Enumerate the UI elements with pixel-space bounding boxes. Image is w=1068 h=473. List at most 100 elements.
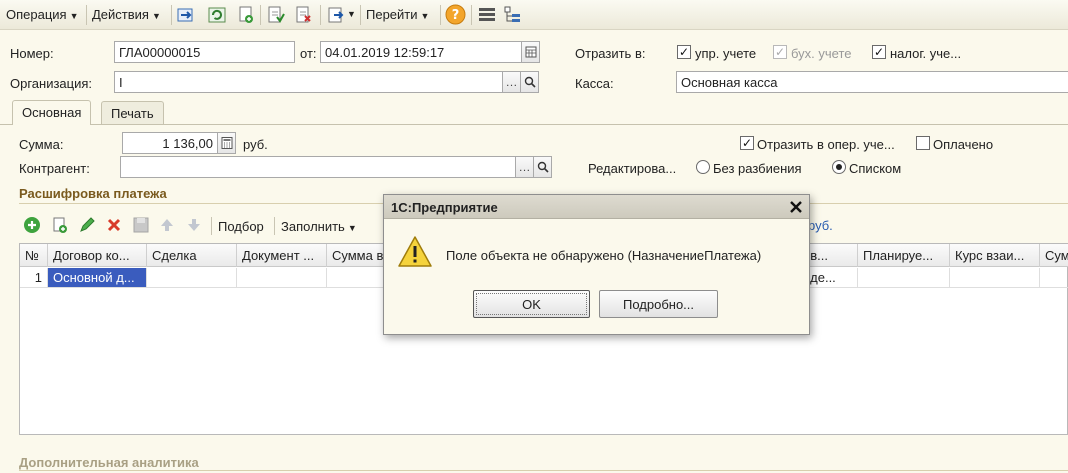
table-cell[interactable]	[1040, 268, 1068, 288]
number-field[interactable]: ГЛА00000015	[114, 41, 295, 63]
date-field[interactable]: 04.01.2019 12:59:17	[320, 41, 522, 63]
tab-print[interactable]: Печать	[101, 101, 164, 124]
end-edit-icon[interactable]	[132, 216, 150, 234]
paid-label: Оплачено	[933, 137, 994, 152]
contractor-select-button[interactable]: …	[515, 156, 534, 178]
error-dialog: 1С:Предприятие Поле объекта не обнаружен…	[383, 194, 810, 335]
column-header[interactable]: №	[20, 244, 48, 267]
contractor-field[interactable]	[120, 156, 516, 178]
post-and-close-icon[interactable]	[176, 5, 196, 25]
mgmt-accounting-checkbox[interactable]: ✓	[677, 45, 691, 59]
book-accounting-label: бух. учете	[791, 46, 852, 61]
list-radio[interactable]	[832, 160, 846, 174]
help-icon[interactable]: ?	[445, 4, 466, 25]
copy-row-icon[interactable]	[51, 216, 69, 234]
copy-document-icon[interactable]	[236, 5, 256, 25]
table-cell[interactable]	[237, 268, 327, 288]
ellipsis-icon: …	[518, 160, 531, 174]
actions-menu[interactable]: Действия ▼	[92, 7, 161, 22]
search-icon	[524, 76, 536, 88]
toolbar-separator	[171, 5, 172, 25]
fill-menu[interactable]: Заполнить ▼	[281, 219, 357, 234]
mgmt-accounting-label: упр. учете	[695, 46, 757, 61]
calculator-button[interactable]	[217, 132, 236, 154]
calendar-button[interactable]	[521, 41, 540, 63]
column-header[interactable]: Сум	[1040, 244, 1068, 267]
command-bar: Операция ▼ Действия ▼ ▼ Перейти ▼ ?	[0, 0, 1068, 30]
table-cell[interactable]: Основной д...	[48, 268, 147, 288]
tab-main[interactable]: Основная	[12, 100, 92, 125]
reflect-oper-accounting-label: Отразить в опер. уче...	[757, 137, 895, 152]
add-row-icon[interactable]	[23, 216, 41, 234]
goto-menu[interactable]: Перейти ▼	[366, 7, 429, 22]
date-from-label: от:	[300, 46, 317, 61]
no-split-radio[interactable]	[696, 160, 710, 174]
details-button[interactable]: Подробно...	[599, 290, 718, 318]
sum-field[interactable]: 1 136,00	[122, 132, 218, 154]
dialog-title-bar: 1С:Предприятие	[384, 195, 809, 219]
column-header[interactable]: Документ ...	[237, 244, 327, 267]
tax-accounting-label: налог. уче...	[890, 46, 962, 61]
operation-menu[interactable]: Операция ▼	[6, 7, 79, 22]
organization-label: Организация:	[10, 76, 93, 91]
table-cell[interactable]	[147, 268, 237, 288]
toolbar-separator	[211, 217, 212, 235]
toolbar-separator	[440, 5, 441, 25]
edit-mode-label: Редактирова...	[588, 161, 677, 176]
table-cell[interactable]: 1	[20, 268, 48, 288]
payment-breakdown-title: Расшифровка платежа	[19, 186, 167, 201]
svg-text:?: ?	[452, 8, 460, 23]
selection-button[interactable]: Подбор	[218, 219, 264, 234]
tab-strip-line	[0, 124, 1068, 125]
sum-label: Сумма:	[19, 137, 64, 152]
column-header[interactable]: Планируе...	[858, 244, 950, 267]
currency-label: руб.	[243, 137, 268, 152]
move-down-icon[interactable]	[185, 216, 203, 234]
no-split-label: Без разбиения	[713, 161, 802, 176]
calculator-icon	[221, 137, 232, 149]
toolbar-separator	[360, 5, 361, 25]
organization-select-button[interactable]: …	[502, 71, 521, 93]
warning-icon	[398, 236, 432, 267]
contractor-open-button[interactable]	[533, 156, 552, 178]
book-accounting-checkbox[interactable]: ✓	[773, 45, 787, 59]
table-cell[interactable]	[950, 268, 1040, 288]
number-label: Номер:	[10, 46, 54, 61]
column-header[interactable]: Сделка	[147, 244, 237, 267]
reflect-oper-accounting-checkbox[interactable]: ✓	[740, 136, 754, 150]
search-icon	[537, 161, 549, 173]
tax-accounting-checkbox[interactable]: ✓	[872, 45, 886, 59]
ok-button[interactable]: OK	[473, 290, 590, 318]
currency-link[interactable]: руб.	[808, 218, 833, 233]
move-up-icon[interactable]	[158, 216, 176, 234]
refresh-icon[interactable]	[207, 5, 227, 25]
post-document-icon[interactable]	[265, 5, 285, 25]
organization-open-button[interactable]	[520, 71, 539, 93]
toolbar-separator	[274, 217, 275, 235]
dialog-title: 1С:Предприятие	[391, 200, 498, 215]
contractor-label: Контрагент:	[19, 161, 90, 176]
reflect-in-label: Отразить в:	[575, 46, 646, 61]
extra-analytics-title: Дополнительная аналитика	[19, 455, 199, 470]
hierarchy-icon[interactable]	[503, 5, 523, 25]
edit-row-icon[interactable]	[78, 216, 96, 234]
organization-field[interactable]: I	[114, 71, 503, 93]
unpost-document-icon[interactable]	[293, 5, 313, 25]
create-based-on-dropdown-icon[interactable]: ▼	[347, 9, 356, 19]
delete-row-icon[interactable]	[105, 216, 123, 234]
toolbar-separator	[260, 5, 261, 25]
paid-checkbox[interactable]	[916, 136, 930, 150]
cash-label: Касса:	[575, 76, 614, 91]
ellipsis-icon: …	[505, 75, 518, 89]
column-header[interactable]: Курс взаи...	[950, 244, 1040, 267]
close-icon[interactable]	[789, 200, 803, 214]
toolbar-separator	[86, 5, 87, 25]
dialog-message: Поле объекта не обнаружено (НазначениеПл…	[446, 248, 762, 263]
table-cell[interactable]	[858, 268, 950, 288]
toolbar-separator	[471, 5, 472, 25]
cash-field[interactable]: Основная касса	[676, 71, 1068, 93]
create-based-on-icon[interactable]	[326, 5, 346, 25]
section-divider	[19, 470, 1068, 471]
structure-icon[interactable]	[477, 5, 497, 25]
column-header[interactable]: Договор ко...	[48, 244, 147, 267]
